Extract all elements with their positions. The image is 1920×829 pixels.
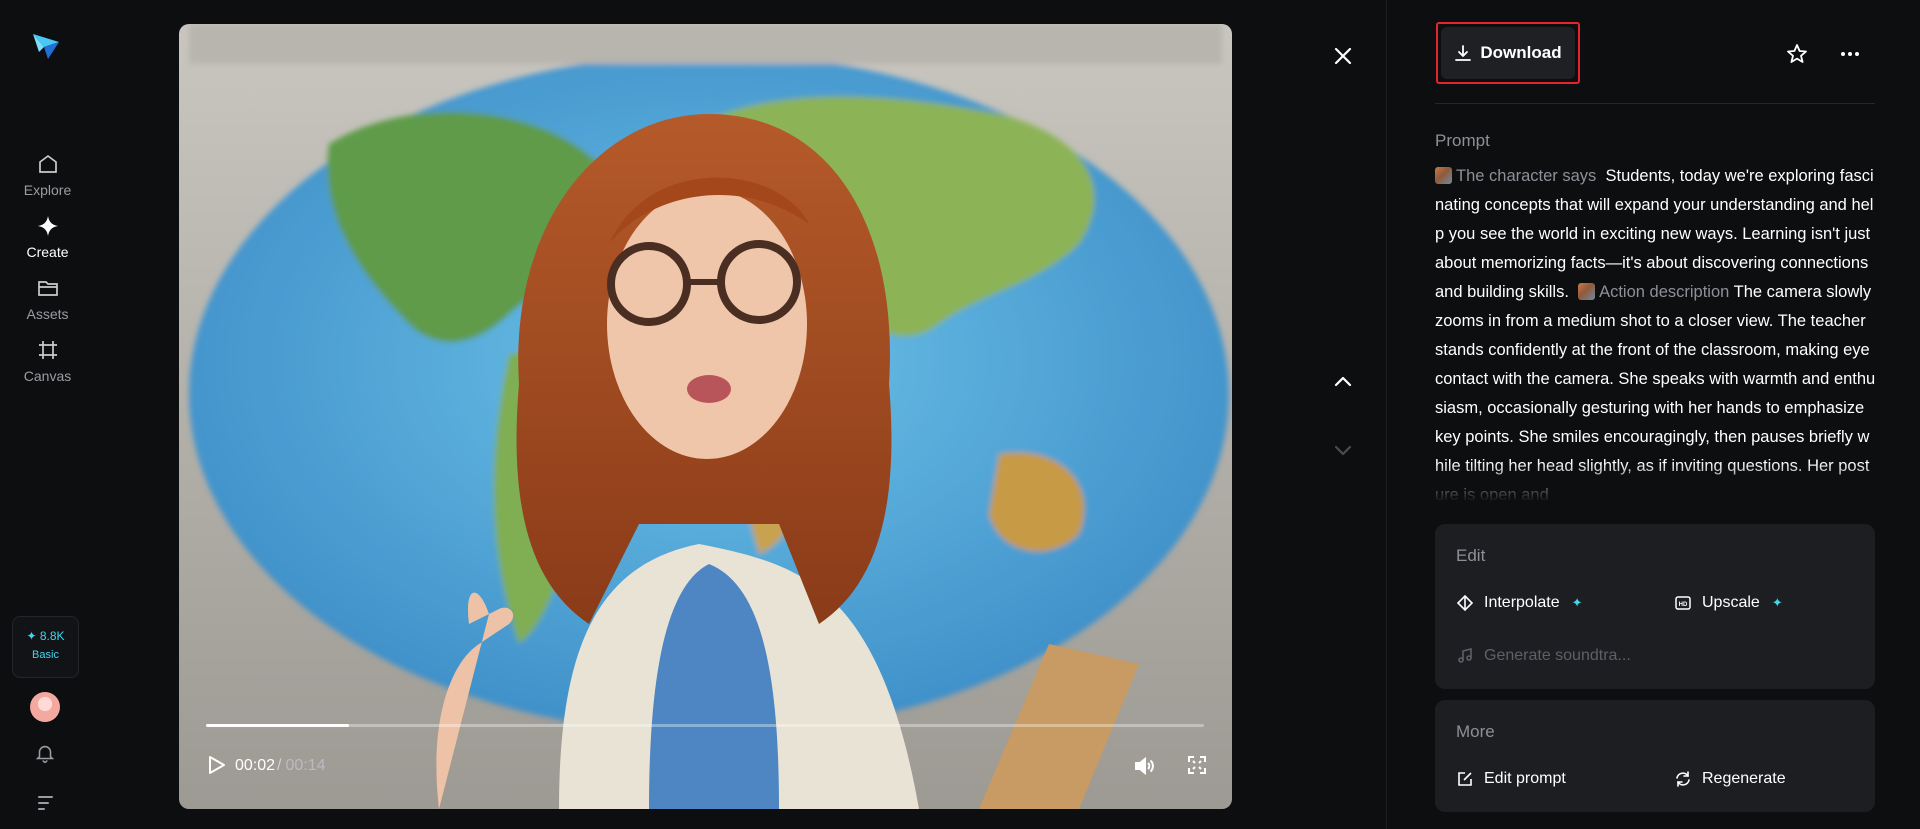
generate-soundtrack-label: Generate soundtra...	[1484, 647, 1631, 664]
edit-icon	[1458, 772, 1472, 786]
action-description-chip[interactable]: Action description	[1599, 283, 1729, 301]
sidebar-item-label: Canvas	[23, 368, 72, 384]
sidebar: Explore Create Assets Canvas ✦ 8.8K Basi…	[0, 0, 95, 829]
chevron-up-icon[interactable]	[1331, 370, 1355, 394]
upscale-button[interactable]: HD Upscale ✦	[1674, 594, 1783, 612]
menu-icon[interactable]	[36, 792, 56, 812]
avatar[interactable]	[30, 692, 60, 722]
video-frame	[179, 24, 1232, 809]
credits-badge[interactable]: ✦ 8.8K Basic	[12, 616, 79, 678]
refresh-icon	[1676, 771, 1690, 787]
character-says-text: Students, today we're exploring fascinat…	[1435, 167, 1874, 301]
regenerate-button[interactable]: Regenerate	[1674, 770, 1786, 788]
interpolate-label: Interpolate	[1484, 594, 1560, 611]
sidebar-item-assets[interactable]: Assets	[0, 276, 95, 322]
action-description-text: The camera slowly zooms in from a medium…	[1435, 283, 1876, 502]
interpolate-icon	[1456, 594, 1474, 612]
download-label: Download	[1480, 43, 1562, 62]
credits-amount: ✦ 8.8K	[26, 629, 65, 643]
more-icon[interactable]	[1838, 42, 1862, 66]
more-title: More	[1456, 722, 1495, 741]
prompt-text: The character says Students, today we're…	[1435, 162, 1877, 502]
more-card: More Edit prompt Regenerate	[1435, 700, 1875, 812]
duration: 00:14	[285, 757, 326, 774]
svg-text:HD: HD	[1679, 602, 1688, 608]
sidebar-item-label: Assets	[26, 306, 69, 322]
panel-divider	[1386, 0, 1387, 829]
edit-prompt-label: Edit prompt	[1484, 770, 1566, 787]
play-icon[interactable]	[205, 754, 227, 776]
interpolate-button[interactable]: Interpolate ✦	[1456, 594, 1583, 612]
download-icon	[1455, 45, 1472, 61]
hd-icon: HD	[1675, 596, 1691, 610]
sidebar-item-label: Explore	[23, 182, 72, 198]
download-button-inner: Download	[1441, 27, 1575, 79]
edit-title: Edit	[1456, 546, 1486, 565]
video-player[interactable]: 00:02/00:14	[179, 24, 1232, 809]
home-icon	[38, 154, 57, 173]
app-logo-icon[interactable]	[30, 30, 62, 62]
character-thumbnail-icon	[1435, 167, 1452, 184]
upscale-label: Upscale	[1702, 594, 1760, 611]
diamond-icon	[37, 216, 58, 236]
fullscreen-icon[interactable]	[1187, 755, 1207, 775]
sidebar-item-create[interactable]: Create	[0, 214, 95, 260]
sparkle-icon: ✦	[1771, 595, 1783, 610]
plan-name: Basic	[32, 649, 59, 661]
sparkle-icon: ✦	[1571, 595, 1583, 610]
star-icon[interactable]	[1785, 42, 1809, 66]
chevron-down-icon[interactable]	[1331, 438, 1355, 462]
action-thumbnail-icon	[1578, 283, 1596, 300]
regenerate-label: Regenerate	[1702, 770, 1786, 787]
music-note-icon	[1458, 647, 1472, 663]
canvas-icon	[38, 341, 57, 359]
bell-icon[interactable]	[34, 742, 56, 764]
progress-fill	[206, 724, 349, 727]
time-separator: /	[277, 757, 282, 774]
edit-prompt-button[interactable]: Edit prompt	[1456, 770, 1566, 788]
prompt-label: Prompt	[1435, 131, 1490, 150]
current-time: 00:02	[235, 757, 276, 774]
sidebar-item-label: Create	[26, 244, 69, 260]
sidebar-item-canvas[interactable]: Canvas	[0, 338, 95, 384]
edit-card: Edit Interpolate ✦ HD Upscale ✦ Generate s…	[1435, 524, 1875, 689]
panel-header-divider	[1435, 103, 1875, 104]
volume-icon[interactable]	[1132, 754, 1156, 778]
character-says-chip[interactable]: The character says	[1456, 167, 1596, 185]
close-icon[interactable]	[1331, 44, 1355, 68]
download-button[interactable]: Download	[1436, 22, 1580, 84]
time-display: 00:02/00:14	[235, 757, 326, 775]
sidebar-item-explore[interactable]: Explore	[0, 152, 95, 198]
folder-icon	[37, 281, 58, 296]
generate-soundtrack-button: Generate soundtra...	[1456, 647, 1631, 665]
progress-bar[interactable]	[206, 724, 1204, 727]
